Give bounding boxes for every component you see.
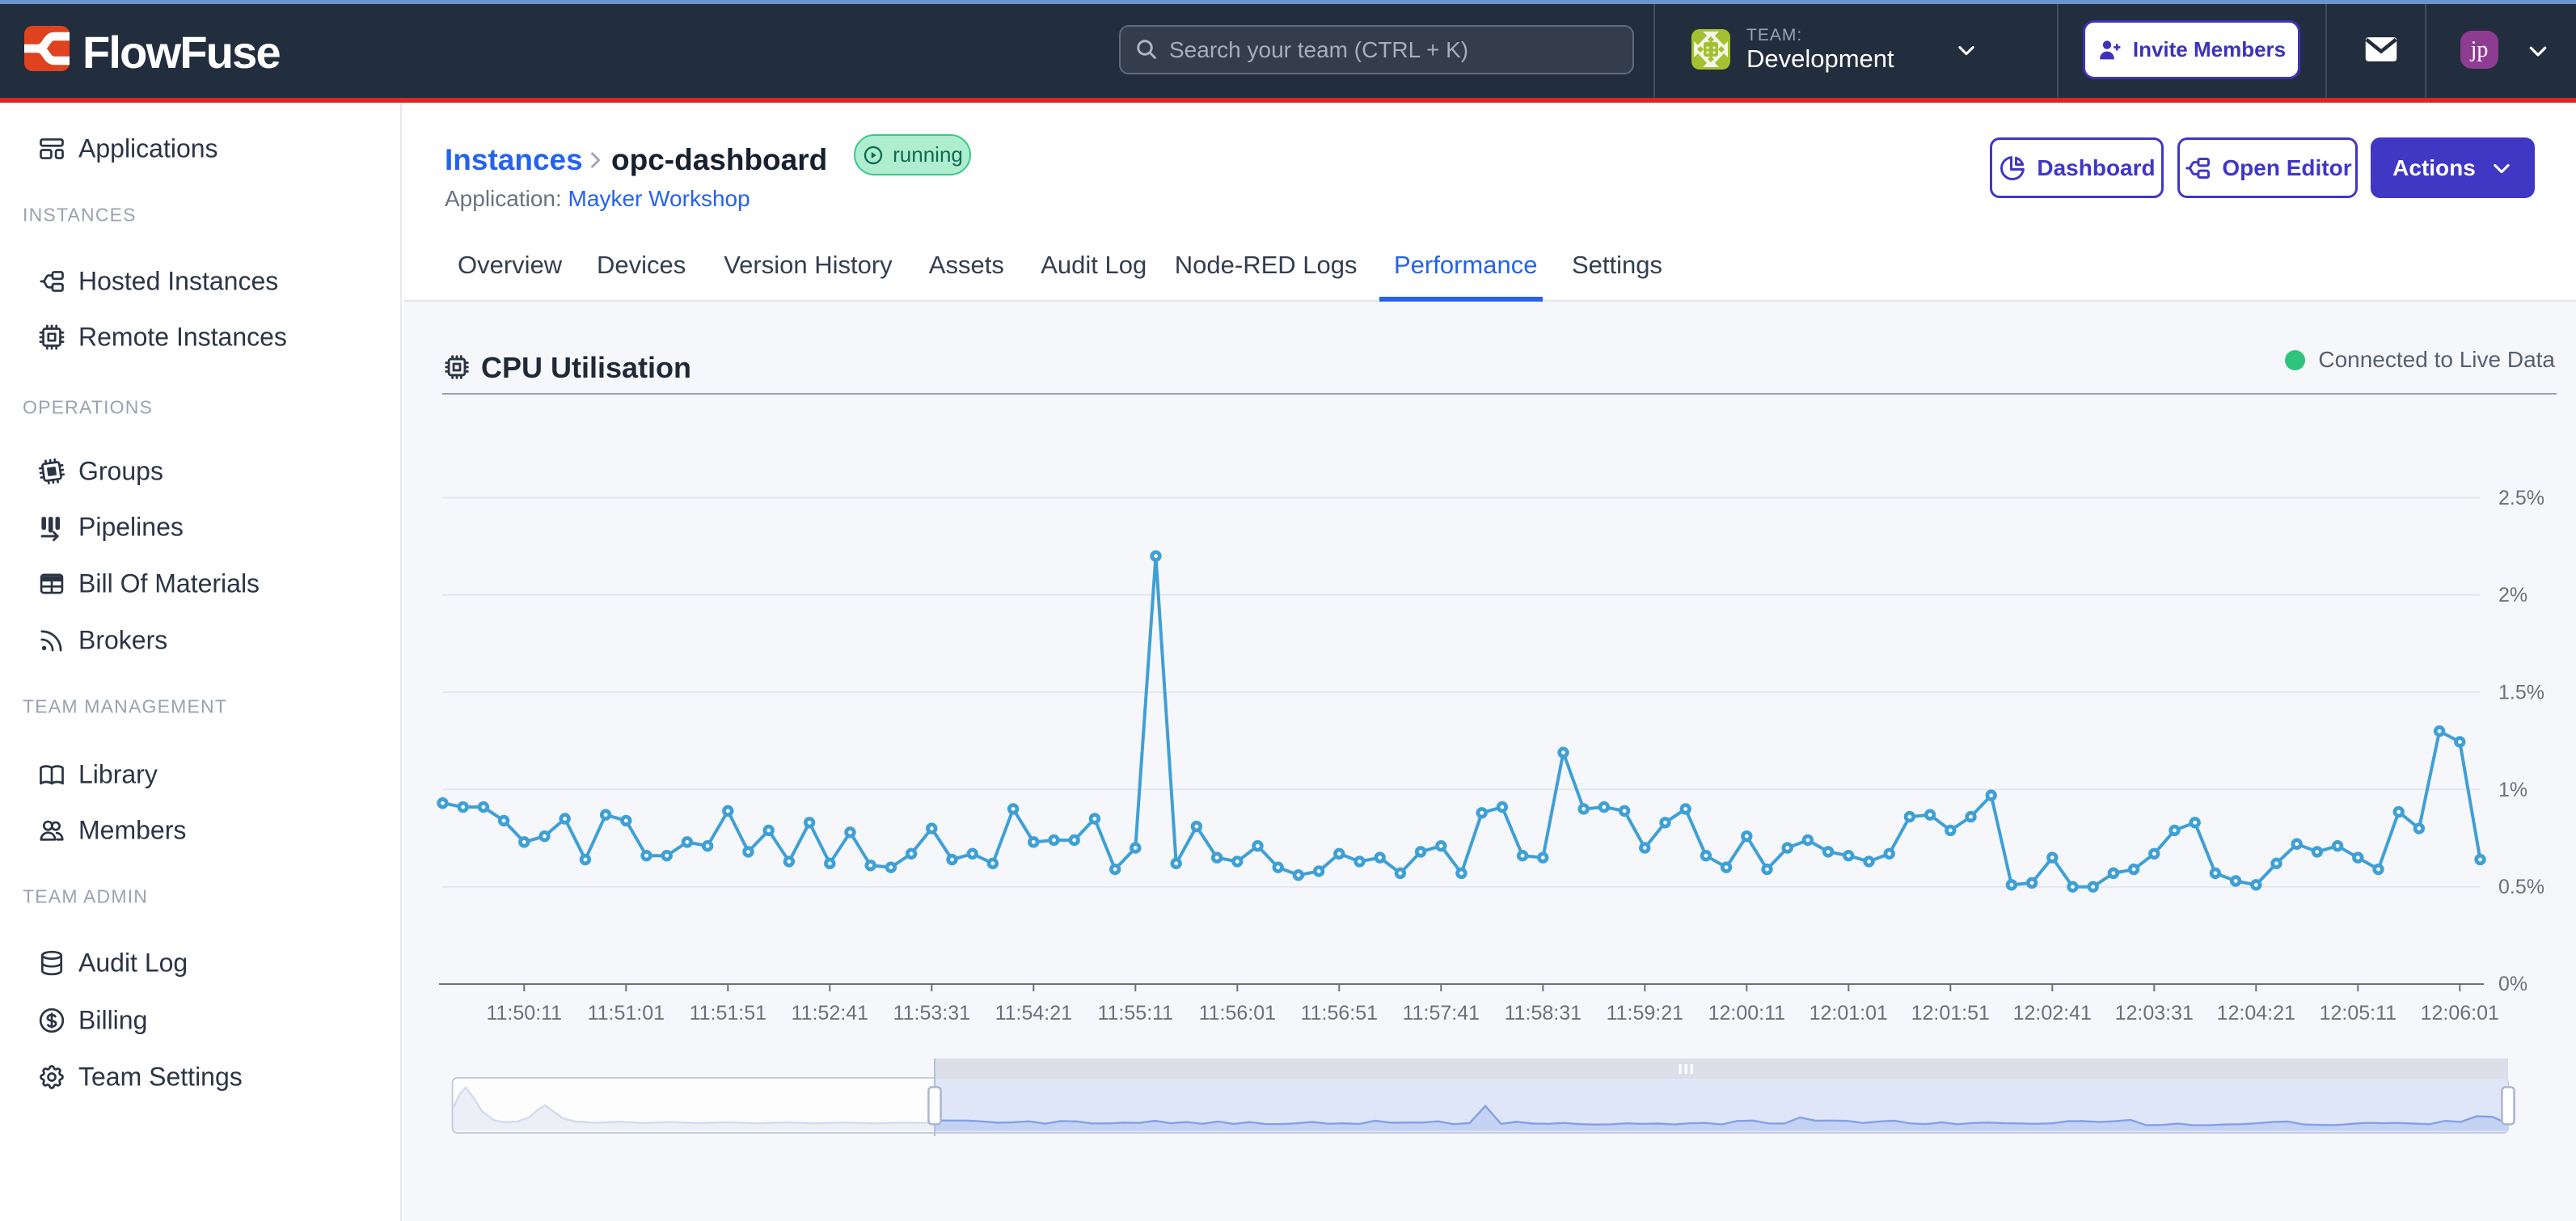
- svg-text:11:54:21: 11:54:21: [995, 1002, 1072, 1025]
- svg-text:11:53:31: 11:53:31: [893, 1002, 970, 1025]
- svg-text:11:59:21: 11:59:21: [1607, 1002, 1683, 1025]
- svg-text:0%: 0%: [2498, 973, 2527, 995]
- svg-text:12:02:41: 12:02:41: [2013, 1002, 2092, 1025]
- svg-text:11:51:51: 11:51:51: [690, 1002, 766, 1025]
- svg-text:11:52:41: 11:52:41: [792, 1002, 868, 1025]
- svg-text:11:56:51: 11:56:51: [1301, 1002, 1378, 1025]
- svg-text:2%: 2%: [2498, 584, 2527, 606]
- svg-text:11:56:01: 11:56:01: [1199, 1002, 1276, 1025]
- svg-text:1.5%: 1.5%: [2498, 682, 2544, 704]
- svg-text:11:50:11: 11:50:11: [486, 1002, 562, 1025]
- svg-text:2.5%: 2.5%: [2498, 487, 2544, 509]
- svg-text:12:05:11: 12:05:11: [2320, 1002, 2397, 1025]
- svg-text:11:58:31: 11:58:31: [1505, 1002, 1581, 1025]
- svg-text:11:55:11: 11:55:11: [1097, 1002, 1173, 1025]
- svg-text:12:06:01: 12:06:01: [2421, 1002, 2499, 1025]
- svg-text:1%: 1%: [2498, 779, 2527, 801]
- svg-text:12:04:21: 12:04:21: [2217, 1002, 2295, 1025]
- svg-text:12:03:31: 12:03:31: [2115, 1002, 2194, 1025]
- svg-text:11:57:41: 11:57:41: [1403, 1002, 1480, 1025]
- svg-text:12:01:51: 12:01:51: [1911, 1002, 1990, 1025]
- svg-text:12:00:11: 12:00:11: [1708, 1002, 1785, 1025]
- svg-text:0.5%: 0.5%: [2498, 876, 2544, 898]
- svg-text:11:51:01: 11:51:01: [588, 1002, 665, 1025]
- svg-text:12:01:01: 12:01:01: [1810, 1002, 1888, 1025]
